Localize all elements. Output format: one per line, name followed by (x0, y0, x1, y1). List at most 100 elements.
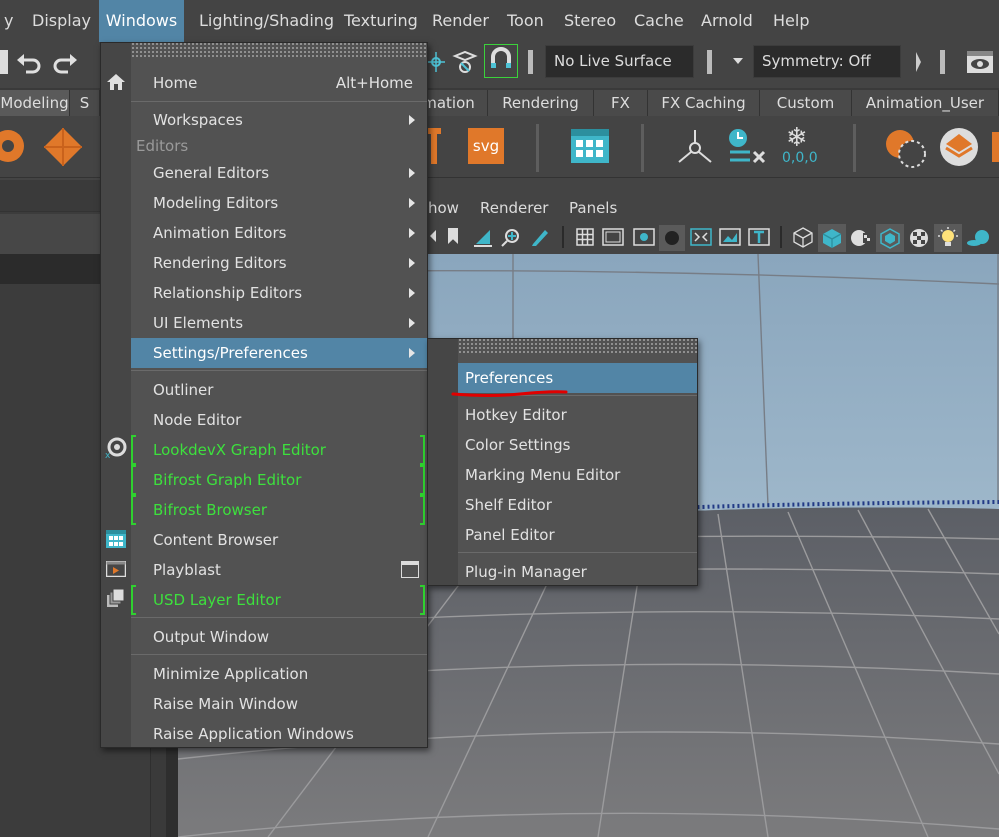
smooth-shade-button[interactable] (818, 224, 846, 252)
menubar-item-texturing[interactable]: Texturing (334, 0, 428, 42)
shadows-icon[interactable] (966, 228, 990, 248)
snap-view-plane-icon[interactable] (451, 48, 479, 76)
gate-mask-button[interactable] (659, 225, 685, 251)
menu-item-outliner[interactable]: Outliner (131, 375, 427, 405)
textured-icon[interactable] (908, 227, 930, 249)
field-chart-icon[interactable] (690, 228, 712, 246)
settings-preferences-submenu: Preferences Hotkey Editor Color Settings… (427, 338, 698, 586)
menubar-item-toon[interactable]: Toon (497, 0, 554, 42)
shelf-tab-modeling[interactable]: Modeling (0, 90, 70, 116)
menubar-item-windows[interactable]: Windows (99, 0, 184, 42)
shelf-separator (641, 124, 644, 172)
shelf-tab-animation-user[interactable]: Animation_User (852, 90, 999, 116)
bookmark-icon[interactable] (448, 228, 458, 244)
camera-attributes-icon[interactable] (472, 226, 494, 248)
content-browser-icon (106, 530, 126, 548)
menu-item-relationship-editors[interactable]: Relationship Editors (131, 278, 427, 308)
redo-icon[interactable] (52, 51, 78, 75)
submenu-item-plugin-manager[interactable]: Plug-in Manager (458, 557, 697, 587)
shelf-tab-fx[interactable]: FX (594, 90, 648, 116)
menu-item-playblast[interactable]: Playblast (131, 555, 427, 585)
menu-item-raise-application-windows[interactable]: Raise Application Windows (131, 719, 427, 749)
wireframe-icon[interactable] (792, 226, 814, 248)
menubar-item-display[interactable]: Display (22, 0, 101, 42)
option-box-icon[interactable] (401, 561, 419, 578)
live-surface-field[interactable]: No Live Surface (545, 45, 694, 78)
snap-point-icon[interactable] (427, 50, 445, 74)
chevron-down-icon[interactable] (733, 58, 743, 64)
magnet-snap-button[interactable] (484, 44, 518, 78)
menu-item-minimize-application[interactable]: Minimize Application (131, 659, 427, 689)
shelf-tab-fx-caching[interactable]: FX Caching (648, 90, 760, 116)
shelf-tab-custom[interactable]: Custom (760, 90, 852, 116)
save-icon[interactable] (0, 50, 8, 74)
grease-pencil-icon[interactable] (529, 226, 551, 248)
menu-item-raise-main-window[interactable]: Raise Main Window (131, 689, 427, 719)
resolution-gate-icon[interactable] (633, 228, 655, 246)
menubar-item-render[interactable]: Render (422, 0, 499, 42)
viewport-menu-panels[interactable]: Panels (569, 199, 617, 217)
menu-item-content-browser[interactable]: Content Browser (131, 525, 427, 555)
submenu-item-panel-editor[interactable]: Panel Editor (458, 520, 697, 550)
menubar-item-arnold[interactable]: Arnold (691, 0, 763, 42)
main-menubar: y Display Windows Lighting/Shading Textu… (0, 0, 999, 42)
menu-tearoff-handle[interactable] (101, 43, 427, 57)
menu-item-output-window[interactable]: Output Window (131, 622, 427, 652)
camera-zoom-icon[interactable] (500, 226, 522, 248)
expand-arrow-icon[interactable] (916, 52, 921, 72)
menu-item-home[interactable]: Home Alt+Home (131, 68, 427, 98)
more-shelf-icon[interactable] (992, 132, 999, 162)
freeze-transforms-icon[interactable]: ❄ 0,0,0 (778, 124, 826, 170)
poly-plane-icon[interactable] (42, 126, 84, 168)
menu-separator (458, 552, 697, 553)
menubar-item-lighting-shading[interactable]: Lighting/Shading (189, 0, 344, 42)
joint-tool-icon[interactable] (675, 128, 715, 168)
menubar-item-cache[interactable]: Cache (624, 0, 694, 42)
submenu-item-shelf-editor[interactable]: Shelf Editor (458, 490, 697, 520)
menu-item-usd-layer-editor[interactable]: USD Layer Editor (131, 585, 427, 615)
menu-item-node-editor[interactable]: Node Editor (131, 405, 427, 435)
viewport-menu-renderer[interactable]: Renderer (480, 199, 548, 217)
menu-item-general-editors[interactable]: General Editors (131, 158, 427, 188)
film-gate-icon[interactable] (602, 228, 624, 246)
viewport-menu-show[interactable]: how (428, 199, 459, 217)
status-separator (707, 50, 712, 74)
shelf-tab-rendering[interactable]: Rendering (488, 90, 594, 116)
windows-menu: Home Alt+Home Workspaces Editors General… (100, 42, 428, 748)
render-view-icon[interactable] (965, 48, 995, 76)
grid-icon[interactable] (576, 228, 594, 246)
submenu-item-color-settings[interactable]: Color Settings (458, 430, 697, 460)
use-all-lights-button[interactable] (934, 224, 962, 252)
menu-item-settings-preferences[interactable]: Settings/Preferences (131, 338, 427, 368)
menu-item-ui-elements[interactable]: UI Elements (131, 308, 427, 338)
content-browser-shelf-icon[interactable] (570, 128, 610, 164)
default-material-icon[interactable] (850, 227, 872, 249)
svg-tool-icon[interactable]: svg (468, 128, 504, 164)
shelf-tab-sculpting[interactable]: S (70, 90, 100, 116)
xray-button[interactable] (876, 224, 904, 252)
chevron-left-icon[interactable] (430, 230, 436, 242)
plugin-bracket (420, 465, 425, 495)
menu-item-lookdevx-graph-editor[interactable]: LookdevX Graph Editor (131, 435, 427, 465)
poly-torus-icon[interactable] (0, 126, 28, 166)
symmetry-field[interactable]: Symmetry: Off (753, 45, 901, 78)
menubar-item-stereo[interactable]: Stereo (554, 0, 626, 42)
submenu-item-marking-menu-editor[interactable]: Marking Menu Editor (458, 460, 697, 490)
menu-item-rendering-editors[interactable]: Rendering Editors (131, 248, 427, 278)
menu-item-animation-editors[interactable]: Animation Editors (131, 218, 427, 248)
safe-action-icon[interactable] (719, 228, 741, 246)
menu-item-modeling-editors[interactable]: Modeling Editors (131, 188, 427, 218)
combine-icon[interactable] (938, 126, 980, 168)
menu-item-bifrost-browser[interactable]: Bifrost Browser (131, 495, 427, 525)
undo-icon[interactable] (16, 51, 42, 75)
submenu-tearoff-handle[interactable] (428, 339, 697, 353)
menubar-item-modify-cut[interactable]: y (0, 0, 23, 42)
submenu-item-hotkey-editor[interactable]: Hotkey Editor (458, 400, 697, 430)
menubar-item-help[interactable]: Help (763, 0, 819, 42)
separate-icon[interactable] (884, 126, 928, 170)
menu-item-ui-elements-label: UI Elements (153, 314, 244, 332)
menu-item-workspaces[interactable]: Workspaces (131, 105, 427, 135)
menu-item-bifrost-graph-editor[interactable]: Bifrost Graph Editor (131, 465, 427, 495)
safe-title-icon[interactable] (748, 228, 770, 246)
delete-keys-icon[interactable] (726, 126, 770, 168)
